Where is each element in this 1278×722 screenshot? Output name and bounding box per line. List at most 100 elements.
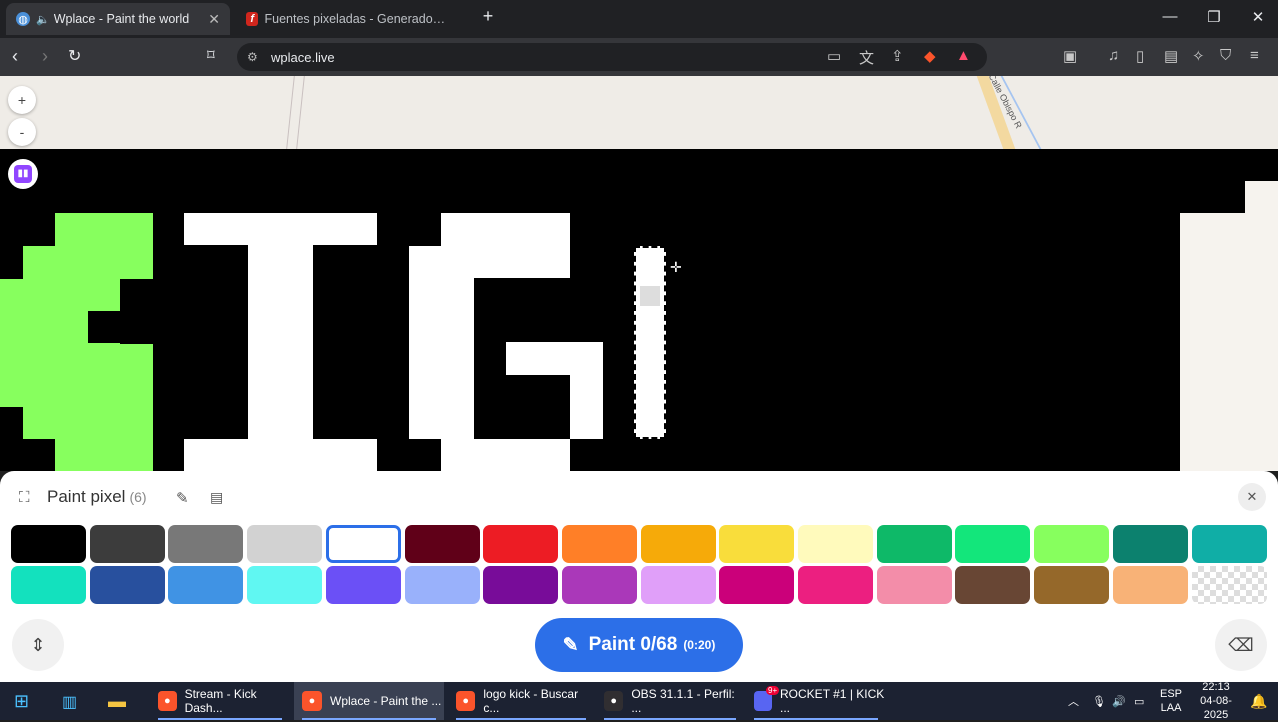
- color-swatch[interactable]: [404, 566, 480, 604]
- close-panel-icon[interactable]: ✕: [1238, 483, 1266, 511]
- color-swatch[interactable]: [89, 525, 165, 563]
- reader-mode-icon[interactable]: ▣: [1063, 47, 1077, 65]
- maximize-icon[interactable]: ❐: [1192, 8, 1236, 26]
- tab-fuentes[interactable]: f Fuentes pixeladas - Generador de fu: [236, 3, 456, 35]
- paint-timer: (0:20): [683, 638, 716, 652]
- taskbar-item[interactable]: ● Wplace - Paint the ...: [294, 682, 444, 720]
- translate-icon[interactable]: 文: [859, 47, 874, 68]
- sidebar-icon[interactable]: ▯: [1136, 47, 1144, 65]
- taskbar-item[interactable]: 9+ ROCKET #1 | KICK ...: [746, 682, 886, 720]
- color-swatch[interactable]: [325, 525, 401, 563]
- map-road: [286, 76, 295, 149]
- close-tab-icon[interactable]: ✕: [208, 11, 220, 28]
- taskbar-item-label: logo kick - Buscar c...: [483, 687, 579, 715]
- color-swatch[interactable]: [561, 525, 637, 563]
- crosshair-cursor-icon: ✛: [670, 259, 682, 275]
- color-swatch[interactable]: [719, 566, 795, 604]
- color-swatch[interactable]: [483, 525, 559, 563]
- site-info-icon[interactable]: ⚙: [247, 50, 258, 64]
- url-bar[interactable]: ⚙ wplace.live: [237, 43, 987, 71]
- back-icon[interactable]: ‹: [12, 46, 18, 67]
- color-swatch[interactable]: [11, 566, 86, 604]
- reload-icon[interactable]: ↻: [68, 46, 81, 66]
- black-pixels: [120, 279, 153, 344]
- map-road: [296, 76, 305, 149]
- bookmark-icon[interactable]: ⌑: [207, 46, 215, 64]
- mic-icon[interactable]: 🎙: [1092, 682, 1106, 720]
- lang-layout: LAA: [1160, 702, 1182, 714]
- share-icon[interactable]: ⇪: [891, 47, 904, 65]
- palette-settings-icon[interactable]: ▤: [210, 489, 223, 506]
- map-area[interactable]: Calle Obispo R + -: [0, 76, 1278, 149]
- volume-icon[interactable]: 🔊: [1112, 682, 1126, 720]
- color-swatch[interactable]: [1034, 525, 1110, 563]
- taskbar-item[interactable]: ● logo kick - Buscar c...: [448, 682, 594, 720]
- color-swatch[interactable]: [247, 566, 323, 604]
- color-swatch[interactable]: [640, 525, 716, 563]
- twitch-button[interactable]: ▮▮: [8, 159, 38, 189]
- color-swatch[interactable]: [404, 525, 480, 563]
- taskbar-item[interactable]: ● OBS 31.1.1 - Perfil: ...: [596, 682, 744, 720]
- network-icon[interactable]: ▭: [1134, 682, 1144, 720]
- color-swatch[interactable]: [1112, 525, 1188, 563]
- paint-button[interactable]: ✎ Paint 0/68 (0:20): [535, 618, 743, 672]
- start-icon[interactable]: ⊞: [14, 692, 36, 710]
- color-swatch[interactable]: [168, 525, 244, 563]
- taskbar-item-label: ROCKET #1 | KICK ...: [780, 687, 885, 715]
- color-swatch[interactable]: [11, 525, 86, 563]
- paint-panel: ⛶ Paint pixel (6) ✎ ▤ ✕ ⇕ ✎ Paint 0/68 (0…: [0, 471, 1278, 682]
- zoom-out-button[interactable]: -: [8, 118, 36, 146]
- music-icon[interactable]: ♫: [1108, 47, 1119, 64]
- close-window-icon[interactable]: ✕: [1236, 8, 1278, 26]
- fullscreen-icon[interactable]: ⛶: [19, 489, 30, 506]
- notification-icon[interactable]: 🔔: [1250, 682, 1267, 720]
- menu-icon[interactable]: ≡: [1250, 47, 1259, 64]
- eraser-button[interactable]: ⌫: [1215, 619, 1267, 671]
- color-swatch[interactable]: [483, 566, 559, 604]
- minimize-icon[interactable]: —: [1148, 8, 1192, 25]
- color-swatch[interactable]: [561, 566, 637, 604]
- color-swatch[interactable]: [719, 525, 795, 563]
- color-swatch[interactable]: [955, 525, 1031, 563]
- pixel-canvas[interactable]: ✛: [0, 149, 1278, 471]
- file-explorer-icon[interactable]: ▬: [108, 691, 132, 711]
- zoom-in-button[interactable]: +: [8, 86, 36, 114]
- brave-shields-icon[interactable]: ◆: [924, 47, 936, 65]
- clock[interactable]: 22:13 04-08-2025: [1190, 681, 1242, 721]
- color-swatch[interactable]: [89, 566, 165, 604]
- tray-arrow-icon[interactable]: ︿: [1068, 682, 1079, 720]
- color-swatch[interactable]: [1034, 566, 1110, 604]
- color-swatch[interactable]: [1191, 525, 1267, 563]
- taskbar-item[interactable]: ● Stream - Kick Dash...: [150, 682, 290, 720]
- expand-button[interactable]: ⇕: [12, 619, 64, 671]
- tab-title: Wplace - Paint the world: [53, 12, 190, 26]
- color-swatch[interactable]: [640, 566, 716, 604]
- color-swatch[interactable]: [876, 566, 952, 604]
- color-swatch[interactable]: [168, 566, 244, 604]
- brave-rewards-icon[interactable]: ▲: [956, 47, 971, 64]
- url-text: wplace.live: [271, 49, 335, 65]
- color-swatch[interactable]: [1112, 566, 1188, 604]
- color-swatch[interactable]: [247, 525, 323, 563]
- color-swatch[interactable]: [325, 566, 401, 604]
- new-tab-icon[interactable]: +: [466, 6, 510, 27]
- wallet-icon[interactable]: ▤: [1164, 47, 1178, 65]
- color-swatch[interactable]: [955, 566, 1031, 604]
- selected-pixels[interactable]: [634, 246, 666, 439]
- vpn-icon[interactable]: ⛉: [1220, 47, 1231, 64]
- language-indicator[interactable]: ESP LAA: [1160, 682, 1182, 720]
- tab-wplace[interactable]: ◍ 🔈 Wplace - Paint the world ✕: [6, 3, 230, 35]
- pencil-icon[interactable]: ✎: [176, 489, 189, 507]
- color-swatch[interactable]: [798, 566, 873, 604]
- green-pixels: [0, 279, 23, 407]
- leo-ai-icon[interactable]: ✧: [1192, 47, 1205, 65]
- forward-icon[interactable]: ›: [42, 46, 48, 67]
- letter-i-top: [184, 213, 377, 245]
- cast-icon[interactable]: ▭: [827, 47, 841, 65]
- task-view-icon[interactable]: ▥: [62, 692, 84, 711]
- color-swatch[interactable]: [1191, 566, 1267, 604]
- paint-count: 0/68: [640, 634, 678, 655]
- letter-g-right: [570, 375, 603, 439]
- color-swatch[interactable]: [876, 525, 952, 563]
- color-swatch[interactable]: [798, 525, 873, 563]
